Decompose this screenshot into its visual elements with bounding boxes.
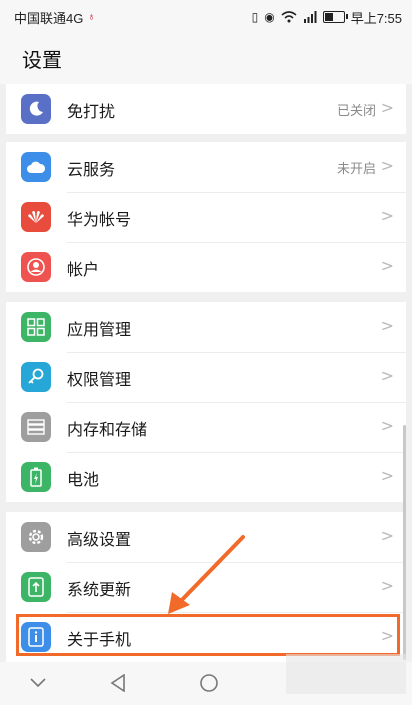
key-icon xyxy=(21,362,51,392)
sim-icon: ♁ xyxy=(87,11,96,23)
settings-item-battery[interactable]: 电池 > xyxy=(6,452,406,502)
item-label: 云服务 xyxy=(67,160,116,179)
item-label: 高级设置 xyxy=(67,530,132,549)
settings-item-app-management[interactable]: 应用管理 > xyxy=(6,302,406,352)
vibrate-icon: ▯ xyxy=(251,10,259,24)
item-label: 电池 xyxy=(67,470,100,489)
scrollbar[interactable] xyxy=(403,425,406,660)
status-bar: 中国联通4G ♁ ▯ ◉ 早上7:55 xyxy=(0,0,412,34)
item-label: 华为帐号 xyxy=(67,210,132,229)
settings-item-system-update[interactable]: 系统更新 > xyxy=(6,562,406,612)
group-system: 应用管理 > 权限管理 > 内存和存储 > 电池 > xyxy=(6,302,406,502)
settings-item-account[interactable]: 帐户 > xyxy=(6,242,406,292)
battery-icon xyxy=(21,462,51,492)
item-value: 未开启 xyxy=(336,162,376,177)
chevron-right-icon: > xyxy=(380,156,394,175)
chevron-right-icon: > xyxy=(380,366,394,385)
group-accounts: 云服务 未开启 > 华为帐号 > 帐户 > xyxy=(6,142,406,292)
huawei-icon xyxy=(21,202,51,232)
eye-icon: ◉ xyxy=(264,10,275,24)
group-do-not-disturb: 免打扰 已关闭 > xyxy=(6,84,406,134)
settings-item-advanced[interactable]: 高级设置 > xyxy=(6,512,406,562)
page-title: 设置 xyxy=(22,48,62,72)
carrier-label: 中国联通4G xyxy=(14,10,84,26)
settings-item-permissions[interactable]: 权限管理 > xyxy=(6,352,406,402)
settings-item-huawei-account[interactable]: 华为帐号 > xyxy=(6,192,406,242)
account-icon xyxy=(21,252,51,282)
settings-item-storage[interactable]: 内存和存储 > xyxy=(6,402,406,452)
apps-icon xyxy=(21,312,51,342)
collapse-icon[interactable] xyxy=(23,670,53,696)
chevron-right-icon: > xyxy=(380,526,394,545)
item-label: 系统更新 xyxy=(67,580,132,599)
update-icon xyxy=(21,572,51,602)
back-icon[interactable] xyxy=(103,670,133,696)
gear-icon xyxy=(21,522,51,552)
chevron-right-icon: > xyxy=(380,256,394,275)
chevron-right-icon: > xyxy=(380,206,394,225)
status-time: 早上7:55 xyxy=(350,10,402,26)
settings-item-do-not-disturb[interactable]: 免打扰 已关闭 > xyxy=(6,84,406,134)
chevron-right-icon: > xyxy=(380,416,394,435)
chevron-right-icon: > xyxy=(380,98,394,117)
cloud-icon xyxy=(21,152,51,182)
item-value: 已关闭 xyxy=(336,104,376,119)
settings-item-cloud[interactable]: 云服务 未开启 > xyxy=(6,142,406,192)
settings-header: 设置 xyxy=(0,34,412,84)
battery-icon xyxy=(322,11,348,23)
watermark-overlay xyxy=(286,654,406,694)
item-label: 内存和存储 xyxy=(67,420,148,439)
item-label: 帐户 xyxy=(67,260,100,279)
home-icon[interactable] xyxy=(194,670,224,696)
chevron-right-icon: > xyxy=(380,316,394,335)
storage-icon xyxy=(21,412,51,442)
item-label: 权限管理 xyxy=(67,370,132,389)
moon-icon xyxy=(21,94,51,124)
chevron-right-icon: > xyxy=(380,466,394,485)
item-label: 应用管理 xyxy=(67,320,132,339)
wifi-icon xyxy=(281,11,297,23)
highlight-box xyxy=(16,614,400,656)
chevron-right-icon: > xyxy=(380,576,394,595)
signal-icon xyxy=(303,11,317,23)
item-label: 免打扰 xyxy=(67,102,116,121)
